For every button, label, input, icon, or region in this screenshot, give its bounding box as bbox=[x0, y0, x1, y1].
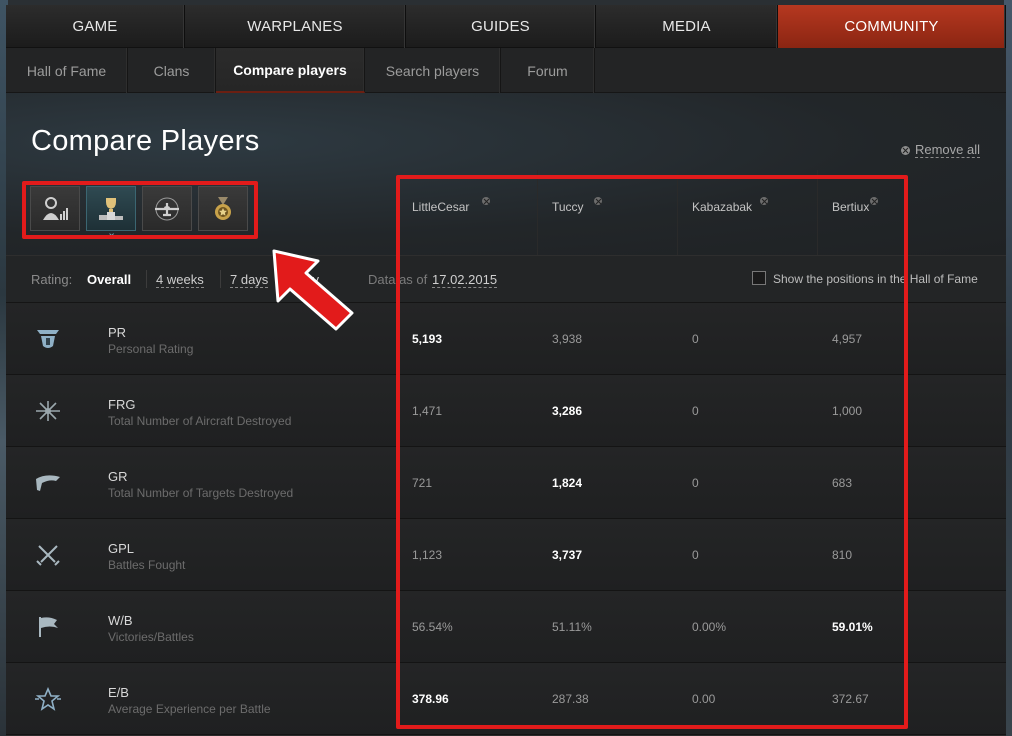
annotation-arrow-icon bbox=[272, 249, 354, 331]
sub-nav-search-players[interactable]: Search players bbox=[365, 48, 501, 93]
rating-7-days-option[interactable]: 7 days bbox=[230, 272, 269, 288]
divider bbox=[146, 270, 147, 288]
stat-code: PR bbox=[108, 325, 127, 340]
stat-description: Average Experience per Battle bbox=[108, 702, 271, 716]
remove-icon bbox=[900, 145, 910, 155]
sub-nav-forum[interactable]: Forum bbox=[501, 48, 595, 93]
experience-star-icon bbox=[35, 687, 61, 711]
main-nav-game[interactable]: GAME bbox=[6, 5, 185, 48]
sub-nav-compare-players[interactable]: Compare players bbox=[216, 48, 365, 93]
sub-nav-hall-of-fame[interactable]: Hall of Fame bbox=[6, 48, 128, 93]
stat-code: GPL bbox=[108, 541, 135, 556]
rating-label: Rating: bbox=[31, 272, 73, 287]
sub-nav: Hall of Fame Clans Compare players Searc… bbox=[6, 48, 1006, 93]
stat-code: FRG bbox=[108, 397, 136, 412]
main-nav: GAME WARPLANES GUIDES MEDIA COMMUNITY bbox=[6, 5, 1006, 48]
stat-description: Total Number of Aircraft Destroyed bbox=[108, 414, 292, 428]
main-nav-media[interactable]: MEDIA bbox=[596, 5, 778, 48]
stat-code: E/B bbox=[108, 685, 129, 700]
stat-code: GR bbox=[108, 469, 128, 484]
personal-rating-icon bbox=[37, 330, 59, 348]
highlight-box-tabs bbox=[22, 181, 258, 239]
stat-code: W/B bbox=[108, 613, 133, 628]
remove-all-link[interactable]: Remove all bbox=[900, 142, 980, 158]
main-nav-guides[interactable]: GUIDES bbox=[406, 5, 596, 48]
crossed-swords-icon bbox=[36, 545, 60, 566]
main-nav-community[interactable]: COMMUNITY bbox=[778, 5, 1006, 48]
stat-description: Total Number of Targets Destroyed bbox=[108, 486, 294, 500]
rating-overall-option[interactable]: Overall bbox=[87, 272, 131, 287]
divider bbox=[220, 270, 221, 288]
highlight-box-players bbox=[396, 175, 908, 729]
rating-4-weeks-option[interactable]: 4 weeks bbox=[156, 272, 204, 288]
remove-all-label: Remove all bbox=[914, 142, 980, 158]
victory-flag-icon bbox=[39, 617, 58, 637]
sub-nav-clans[interactable]: Clans bbox=[128, 48, 216, 93]
stat-description: Battles Fought bbox=[108, 558, 186, 572]
page-title: Compare Players bbox=[31, 125, 260, 157]
stat-description: Personal Rating bbox=[108, 342, 194, 356]
main-nav-warplanes[interactable]: WARPLANES bbox=[185, 5, 406, 48]
stat-description: Victories/Battles bbox=[108, 630, 194, 644]
page: GAME WARPLANES GUIDES MEDIA COMMUNITY Ha… bbox=[6, 5, 1006, 736]
targets-destroyed-icon bbox=[36, 475, 60, 491]
aircraft-destroyed-icon bbox=[36, 401, 60, 421]
